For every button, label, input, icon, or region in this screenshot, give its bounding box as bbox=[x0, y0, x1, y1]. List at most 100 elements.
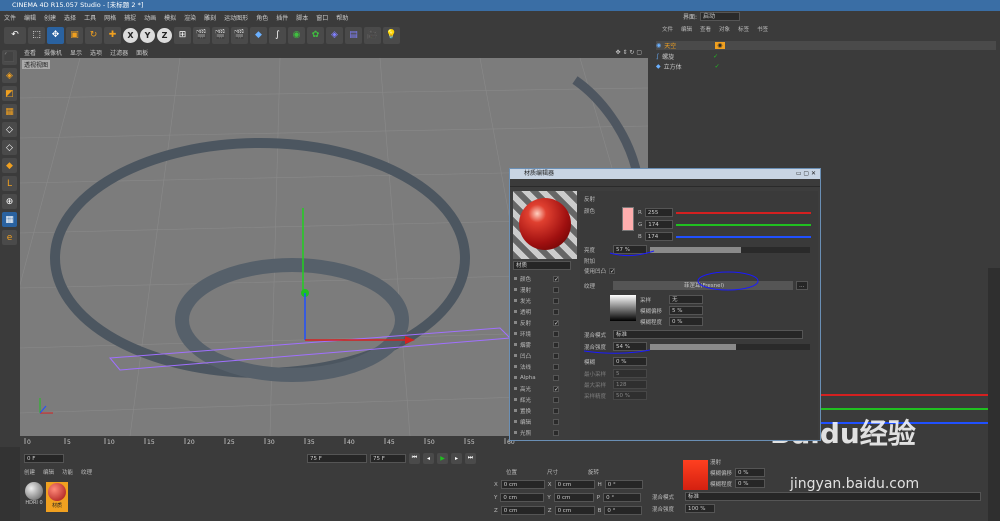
move-icon[interactable]: ✥ bbox=[47, 26, 64, 44]
channel-item[interactable]: 法线 bbox=[514, 361, 574, 372]
workplane-icon[interactable]: ▦ bbox=[2, 104, 17, 119]
rotate-icon[interactable]: ↻ bbox=[85, 26, 102, 44]
scale-icon[interactable]: ▣ bbox=[66, 26, 83, 44]
array-icon[interactable]: ✿ bbox=[307, 26, 324, 44]
z-axis-button[interactable]: Z bbox=[157, 27, 172, 43]
visible-check-icon[interactable]: ✓ bbox=[715, 63, 720, 70]
vp-menu-filter[interactable]: 过滤器 bbox=[110, 48, 128, 57]
menu-tools[interactable]: 工具 bbox=[84, 13, 96, 22]
viewport-nav-icon[interactable]: ✥ ⇕ ↻ ▢ bbox=[616, 49, 642, 56]
material-preview[interactable] bbox=[513, 191, 577, 259]
vp-menu-camera[interactable]: 摄像机 bbox=[44, 48, 62, 57]
coordinate-system-icon[interactable]: ⊞ bbox=[174, 26, 191, 44]
menu-select[interactable]: 选择 bbox=[64, 13, 76, 22]
menu-animate[interactable]: 动画 bbox=[144, 13, 156, 22]
obj-menu-object[interactable]: 对象 bbox=[719, 25, 730, 33]
channel-checkbox[interactable]: ✓ bbox=[553, 385, 559, 392]
channel-checkbox[interactable] bbox=[553, 341, 559, 348]
camera-icon[interactable]: 🎥 bbox=[364, 26, 381, 44]
material-selected[interactable]: 材质 bbox=[46, 482, 68, 512]
attr-mix-mode-dropdown[interactable]: 标准 bbox=[685, 492, 981, 501]
layout-dropdown[interactable]: 启动 bbox=[700, 12, 740, 21]
start-frame-field[interactable]: 0 F bbox=[24, 453, 64, 463]
channel-item[interactable]: 烟雾 bbox=[514, 339, 574, 350]
menu-mograph[interactable]: 运动图形 bbox=[224, 13, 248, 22]
obj-menu-edit[interactable]: 编辑 bbox=[681, 25, 692, 33]
vp-menu-display[interactable]: 显示 bbox=[70, 48, 82, 57]
material-hdri[interactable]: HDRI 0 bbox=[24, 482, 44, 510]
mat-menu-function[interactable]: 功能 bbox=[62, 468, 73, 476]
cube-icon[interactable]: ◆ bbox=[250, 26, 267, 44]
goto-end-icon[interactable]: ⏭ bbox=[465, 452, 476, 464]
lock-workplane-icon[interactable]: e bbox=[2, 230, 17, 245]
prev-frame-icon[interactable]: ◂ bbox=[423, 452, 434, 464]
obj-menu-view[interactable]: 查看 bbox=[700, 25, 711, 33]
channel-item[interactable]: 辉光 bbox=[514, 394, 574, 405]
render-picture-icon[interactable]: 🎬 bbox=[212, 26, 229, 44]
pos-x-field[interactable]: 0 cm bbox=[500, 480, 545, 489]
hdri-tag-icon[interactable]: ◉ bbox=[715, 42, 725, 49]
nurbs-icon[interactable]: ◉ bbox=[288, 26, 305, 44]
channel-checkbox[interactable]: ✓ bbox=[553, 319, 559, 326]
menu-sculpt[interactable]: 雕刻 bbox=[204, 13, 216, 22]
channel-item[interactable]: 光照 bbox=[514, 427, 574, 438]
channel-checkbox[interactable] bbox=[553, 363, 559, 370]
channel-item[interactable]: 凹凸 bbox=[514, 350, 574, 361]
channel-checkbox[interactable] bbox=[553, 352, 559, 359]
axis-mode-icon[interactable]: L bbox=[2, 176, 17, 191]
menu-window[interactable]: 窗口 bbox=[316, 13, 328, 22]
channel-checkbox[interactable] bbox=[553, 429, 559, 436]
dialog-window-buttons-icon[interactable]: ▭ ▢ ✕ bbox=[796, 169, 816, 179]
channel-item[interactable]: Alpha bbox=[514, 372, 574, 383]
channel-checkbox[interactable] bbox=[553, 407, 559, 414]
channel-checkbox[interactable] bbox=[553, 396, 559, 403]
attr-red-channel-line[interactable] bbox=[820, 394, 988, 396]
end-frame-field[interactable]: 75 F bbox=[307, 453, 367, 463]
object-row-sky[interactable]: ◉ 天空 ◉ bbox=[656, 41, 996, 50]
max-frame-field[interactable]: 75 F bbox=[370, 453, 406, 463]
channel-item[interactable]: 发光 bbox=[514, 295, 574, 306]
live-select-icon[interactable]: ⬚ bbox=[28, 26, 45, 44]
min-samples-field[interactable]: 5 bbox=[613, 369, 647, 378]
spline-pen-icon[interactable]: ∫ bbox=[269, 26, 286, 44]
menu-render[interactable]: 渲染 bbox=[184, 13, 196, 22]
next-frame-icon[interactable]: ▸ bbox=[451, 452, 462, 464]
channel-item[interactable]: 透明 bbox=[514, 306, 574, 317]
render-settings-icon[interactable]: 🎬 bbox=[231, 26, 248, 44]
size-y-field[interactable]: 0 cm bbox=[553, 493, 594, 502]
texture-mode-icon[interactable]: ◩ bbox=[2, 86, 17, 101]
channel-item[interactable]: 置换 bbox=[514, 405, 574, 416]
channel-item[interactable]: 漫射 bbox=[514, 284, 574, 295]
play-icon[interactable]: ▶ bbox=[437, 452, 448, 464]
menu-script[interactable]: 脚本 bbox=[296, 13, 308, 22]
points-mode-icon[interactable]: ◇ bbox=[2, 122, 17, 137]
channel-checkbox[interactable] bbox=[553, 308, 559, 315]
mat-menu-edit[interactable]: 编辑 bbox=[43, 468, 54, 476]
mat-menu-texture[interactable]: 纹理 bbox=[81, 468, 92, 476]
channel-item[interactable]: 反射 ✓ bbox=[514, 317, 574, 328]
floor-icon[interactable]: ▤ bbox=[345, 26, 362, 44]
obj-menu-file[interactable]: 文件 bbox=[662, 25, 673, 33]
channel-checkbox[interactable] bbox=[553, 374, 559, 381]
render-view-icon[interactable]: 🎬 bbox=[193, 26, 210, 44]
channel-checkbox[interactable] bbox=[553, 418, 559, 425]
pos-y-field[interactable]: 0 cm bbox=[500, 493, 545, 502]
channel-checkbox[interactable] bbox=[553, 297, 559, 304]
x-axis-button[interactable]: X bbox=[123, 27, 138, 43]
diffuse-color-swatch[interactable] bbox=[683, 460, 708, 490]
menu-plugins[interactable]: 插件 bbox=[276, 13, 288, 22]
polygons-mode-icon[interactable]: ◆ bbox=[2, 158, 17, 173]
vp-menu-options[interactable]: 选项 bbox=[90, 48, 102, 57]
attr-blur-degree-field[interactable]: 0 % bbox=[735, 479, 766, 488]
tweak-mode-icon[interactable]: ⊕ bbox=[2, 194, 17, 209]
y-axis-button[interactable]: Y bbox=[140, 27, 155, 43]
size-x-field[interactable]: 0 cm bbox=[554, 480, 595, 489]
model-mode-icon[interactable]: ◈ bbox=[2, 68, 17, 83]
menu-character[interactable]: 角色 bbox=[256, 13, 268, 22]
channel-checkbox[interactable]: ✓ bbox=[553, 275, 559, 282]
pos-z-field[interactable]: 0 cm bbox=[500, 506, 545, 515]
rot-h-field[interactable]: 0 ° bbox=[604, 480, 643, 489]
max-samples-field[interactable]: 128 bbox=[613, 380, 647, 389]
menu-create[interactable]: 创建 bbox=[44, 13, 56, 22]
light-icon[interactable]: 💡 bbox=[383, 26, 400, 44]
